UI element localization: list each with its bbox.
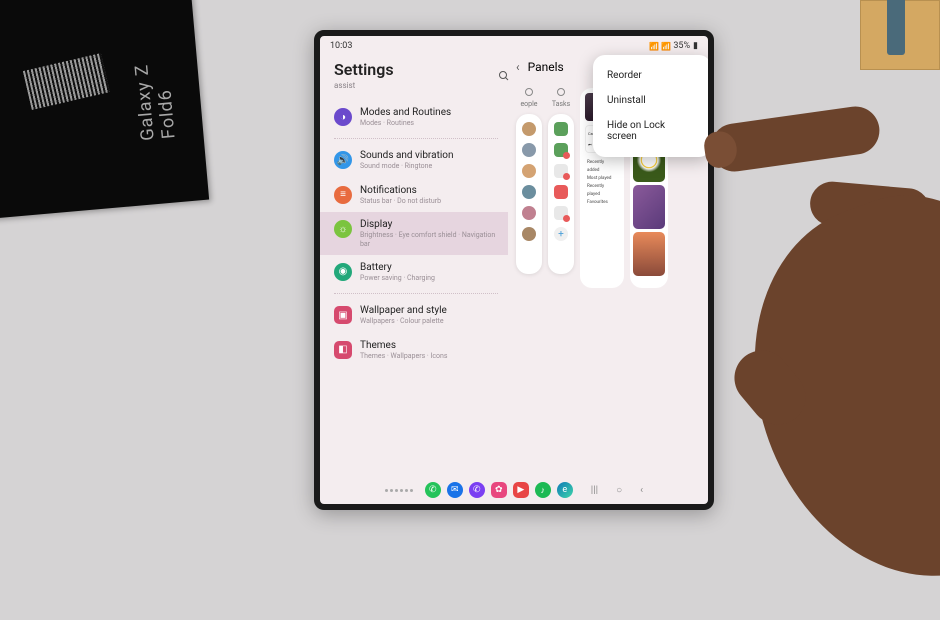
battery-icon: ▮ — [693, 41, 698, 51]
battery-icon: ◉ — [334, 263, 352, 281]
product-box: Galaxy Z Fold6 — [0, 0, 209, 220]
avatar — [522, 227, 536, 241]
settings-item-wallpaper[interactable]: ▣ Wallpaper and styleWallpapers · Colour… — [334, 298, 498, 332]
dock-phone-icon[interactable]: ✆ — [425, 482, 441, 498]
panel-tasks[interactable]: Tasks + — [548, 88, 574, 288]
wifi-icon: 📶 — [661, 42, 670, 51]
signal-icon: 📶 — [649, 42, 658, 51]
avatar — [522, 122, 536, 136]
wallpaper-icon: ▣ — [334, 306, 352, 324]
settings-subtitle: assist — [334, 81, 498, 90]
dock-spotify-icon[interactable]: ♪ — [535, 482, 551, 498]
panel-people[interactable]: eople — [516, 88, 542, 288]
avatar — [522, 143, 536, 157]
dock-gallery-icon[interactable]: ✿ — [491, 482, 507, 498]
radio-people[interactable] — [525, 88, 533, 96]
task-icon — [554, 206, 568, 220]
avatar — [522, 185, 536, 199]
playlist-list: Recently added Most played Recently play… — [585, 157, 619, 210]
display-icon: ☼ — [334, 220, 352, 238]
sounds-icon: 🔊 — [334, 151, 352, 169]
nav-recent-icon[interactable]: ||| — [591, 485, 598, 496]
hinge-part — [887, 0, 905, 55]
avatar — [522, 206, 536, 220]
panels-header: Panels — [528, 60, 564, 74]
back-icon[interactable]: ‹ — [516, 60, 520, 74]
dock-edge-icon[interactable]: e — [557, 482, 573, 498]
dock-viber-icon[interactable]: ✆ — [469, 482, 485, 498]
task-icon — [554, 143, 568, 157]
hand — [650, 80, 940, 580]
avatar — [522, 164, 536, 178]
settings-item-themes[interactable]: ◧ ThemesThemes · Wallpapers · Icons — [334, 333, 498, 367]
task-icon — [554, 185, 568, 199]
settings-pane: Settings assist ◑ Modes and RoutinesMode… — [320, 56, 508, 474]
task-icon — [554, 122, 568, 136]
settings-item-sounds[interactable]: 🔊 Sounds and vibrationSound mode · Ringt… — [334, 143, 498, 177]
search-icon[interactable] — [498, 70, 508, 82]
modes-icon: ◑ — [334, 108, 352, 126]
radio-tasks[interactable] — [557, 88, 565, 96]
dock-youtube-icon[interactable]: ▶ — [513, 482, 529, 498]
themes-icon: ◧ — [334, 341, 352, 359]
box-label: Galaxy Z Fold6 — [130, 48, 180, 141]
settings-item-display[interactable]: ☼ DisplayBrightness · Eye comfort shield… — [320, 212, 508, 255]
nav-home-icon[interactable]: ○ — [616, 485, 622, 496]
settings-item-battery[interactable]: ◉ BatteryPower saving · Charging — [334, 255, 498, 289]
nav-back-icon[interactable]: ‹ — [640, 485, 643, 496]
status-bar: 10:03 📶 📶 35% ▮ — [320, 36, 708, 56]
notifications-icon: ≡ — [334, 186, 352, 204]
battery-text: 35% — [673, 41, 690, 51]
status-time: 10:03 — [330, 41, 352, 51]
settings-title: Settings — [334, 60, 498, 79]
barcode — [23, 53, 110, 110]
settings-item-notifications[interactable]: ≡ NotificationsStatus bar · Do not distu… — [334, 178, 498, 212]
dock-messages-icon[interactable]: ✉ — [447, 482, 463, 498]
task-icon — [554, 164, 568, 178]
settings-item-modes[interactable]: ◑ Modes and RoutinesModes · Routines — [334, 100, 498, 134]
add-task-icon[interactable]: + — [554, 227, 568, 241]
